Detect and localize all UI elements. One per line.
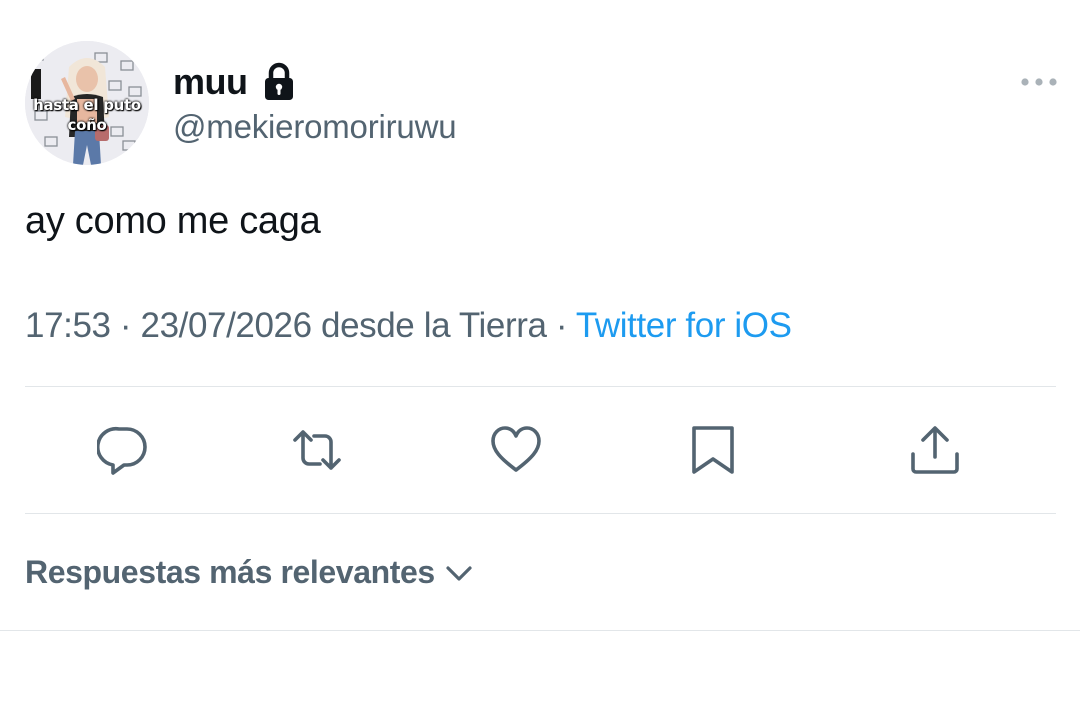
like-icon[interactable] <box>490 424 542 476</box>
bookmark-icon[interactable] <box>687 424 739 476</box>
reply-icon[interactable] <box>97 424 149 476</box>
replies-sort-label: Respuestas más relevantes <box>25 554 435 590</box>
display-name[interactable]: muu <box>173 61 248 103</box>
avatar-caption: hasta el puto coño <box>33 96 141 134</box>
replies-sort-dropdown[interactable]: Respuestas más relevantes <box>25 554 475 591</box>
share-icon[interactable] <box>909 424 961 476</box>
divider <box>25 386 1056 387</box>
tweet-text: ay como me caga <box>25 200 321 242</box>
avatar[interactable]: hasta el puto coño <box>25 41 149 165</box>
tweet-metadata: 17:53 · 23/07/2026 desde la Tierra · Twi… <box>25 306 792 346</box>
chevron-down-icon <box>446 565 472 581</box>
tweet-date[interactable]: 23/07/2026 <box>141 306 313 345</box>
tweet-source-link[interactable]: Twitter for iOS <box>576 306 792 345</box>
tweet-location: desde la Tierra <box>321 306 547 345</box>
lock-icon <box>264 62 293 100</box>
retweet-icon[interactable] <box>291 424 343 476</box>
more-options-icon[interactable] <box>1018 70 1060 94</box>
divider <box>25 513 1056 514</box>
author-name-row: muu <box>173 60 296 104</box>
tweet-time[interactable]: 17:53 <box>25 306 111 345</box>
divider <box>0 630 1080 631</box>
tweet-detail: hasta el puto coño muu @mekieromoriruwu … <box>0 0 1080 704</box>
meta-separator: · <box>119 306 132 345</box>
meta-separator: · <box>555 306 568 345</box>
author-handle[interactable]: @mekieromoriruwu <box>173 108 457 146</box>
